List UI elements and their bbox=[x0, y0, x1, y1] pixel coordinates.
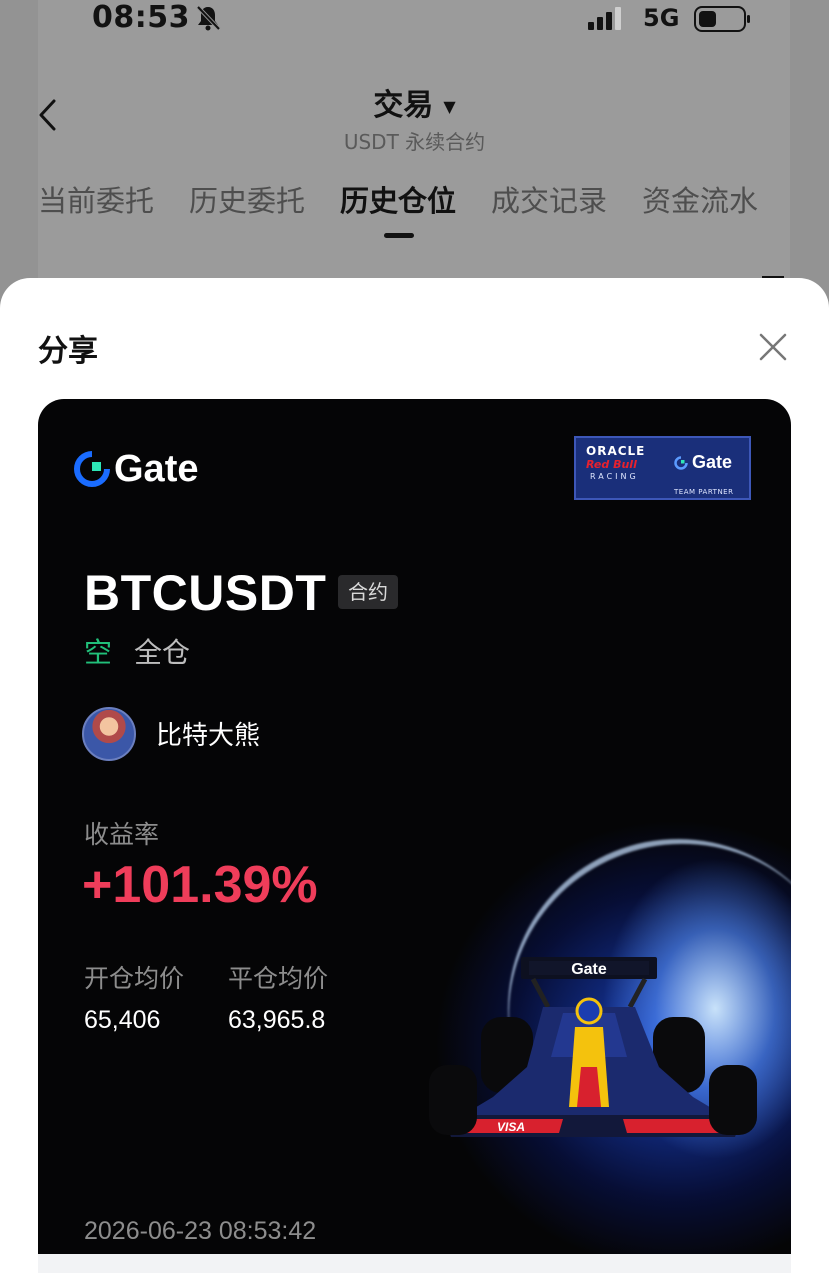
race-car-image: Gate VISA bbox=[429, 957, 757, 1137]
battery-icon bbox=[694, 6, 750, 32]
contract-tag: 合约 bbox=[338, 575, 398, 609]
partner-badge: ORACLE Red Bull RACING Gate TEAM PARTNER bbox=[574, 436, 751, 500]
bell-muted-icon bbox=[196, 5, 221, 31]
open-price-label: 开仓均价 bbox=[84, 964, 185, 993]
partner-line-redbull: Red Bull bbox=[586, 458, 637, 471]
partner-gate-icon bbox=[674, 456, 688, 470]
share-sheet: 分享 Gate ORACLE Red Bull RACING Gate TEAM… bbox=[0, 278, 829, 1273]
close-price-value: 63,965.8 bbox=[228, 1006, 326, 1034]
tab-fund-flow[interactable]: 资金流水 bbox=[642, 178, 758, 220]
margin-mode: 全仓 bbox=[134, 636, 191, 669]
brand-logo: Gate bbox=[74, 447, 199, 490]
status-time: 08:53 bbox=[92, 0, 190, 35]
username: 比特大熊 bbox=[156, 721, 261, 751]
share-card: Gate ORACLE Red Bull RACING Gate TEAM PA… bbox=[38, 399, 791, 1259]
close-icon[interactable] bbox=[758, 332, 788, 362]
tab-position-history[interactable]: 历史仓位 bbox=[340, 178, 456, 220]
position-side: 空 bbox=[84, 636, 113, 669]
close-price-label: 平仓均价 bbox=[228, 964, 329, 993]
car-livery-text: Gate bbox=[571, 961, 607, 978]
avatar bbox=[82, 707, 136, 761]
partner-brand: Gate bbox=[692, 452, 733, 472]
partner-line-racing: RACING bbox=[590, 472, 639, 481]
tab-current-orders[interactable]: 当前委托 bbox=[38, 178, 154, 220]
sheet-bottom-strip bbox=[38, 1254, 791, 1273]
tab-trade-records[interactable]: 成交记录 bbox=[491, 178, 607, 220]
brand-name: Gate bbox=[114, 447, 199, 490]
partner-line-oracle: ORACLE bbox=[586, 444, 646, 458]
network-label: 5G bbox=[643, 4, 680, 32]
nav-subtitle: USDT 永续合约 bbox=[343, 130, 486, 154]
nav-title-text: 交易 bbox=[373, 88, 434, 123]
tab-order-history[interactable]: 历史委托 bbox=[189, 178, 305, 220]
yield-label: 收益率 bbox=[84, 820, 160, 849]
active-tab-indicator bbox=[384, 233, 414, 238]
order-tabs: 当前委托 历史委托 历史仓位 成交记录 资金流水 bbox=[38, 178, 798, 222]
share-sheet-title: 分享 bbox=[38, 334, 98, 369]
gate-logo-icon bbox=[74, 451, 110, 487]
caret-down-icon: ▼ bbox=[443, 97, 456, 116]
yield-value: +101.39% bbox=[82, 856, 318, 914]
car-sponsor-text: VISA bbox=[497, 1120, 525, 1134]
trading-symbol: BTCUSDT bbox=[84, 565, 327, 621]
signal-icon bbox=[588, 7, 621, 30]
nav-title[interactable]: 交易 ▼ bbox=[0, 80, 829, 124]
open-price-value: 65,406 bbox=[84, 1006, 161, 1034]
status-bar: 08:53 5G bbox=[0, 0, 829, 40]
partner-caption: TEAM PARTNER bbox=[674, 488, 734, 496]
share-timestamp: 2026-06-23 08:53:42 bbox=[84, 1217, 317, 1245]
